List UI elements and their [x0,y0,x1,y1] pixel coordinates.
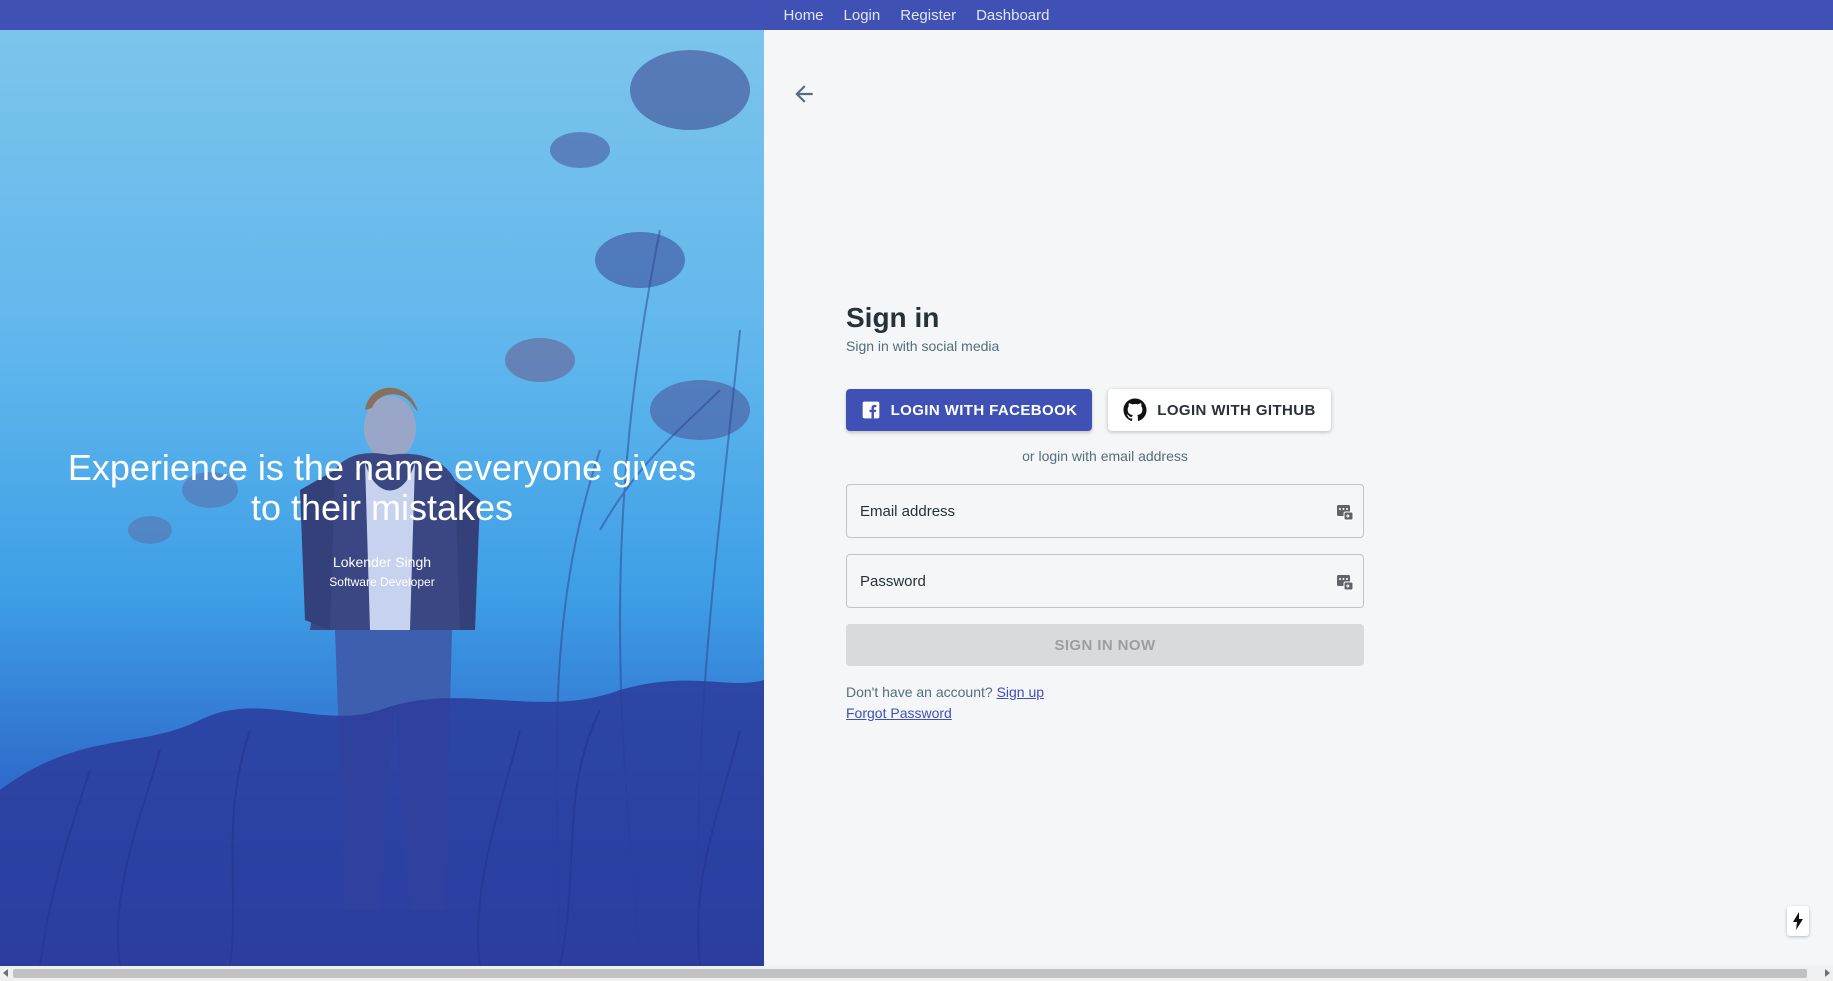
no-account-text: Don't have an account? [846,684,993,700]
or-login-with-email-text: or login with email address [1022,448,1188,464]
nav-login[interactable]: Login [844,7,881,24]
back-button[interactable] [791,81,817,107]
scroll-right-arrow-icon[interactable] [1825,969,1830,977]
horizontal-scrollbar[interactable] [0,966,1833,981]
password-input[interactable] [847,555,1363,607]
hero-quote-line-1: Experience is the name everyone gives [67,447,697,488]
hero-quote: Experience is the name everyone gives to… [0,448,764,528]
hero-quote-line-2: to their mistakes [250,487,514,528]
nav-register[interactable]: Register [900,7,956,24]
nav-dashboard[interactable]: Dashboard [976,7,1049,24]
nav-home[interactable]: Home [784,7,824,24]
forgot-password-link[interactable]: Forgot Password [846,705,952,721]
password-field [846,554,1364,608]
email-field [846,484,1364,538]
lightning-bolt-icon [1793,912,1803,930]
top-navigation: Home Login Register Dashboard [0,0,1833,30]
sign-in-now-button[interactable]: SIGN IN NOW [846,624,1364,666]
hero-image-panel: Experience is the name everyone gives to… [0,30,764,966]
arrow-left-icon [795,85,813,103]
quick-action-button[interactable] [1787,906,1809,936]
github-icon [1123,398,1147,421]
sign-up-link[interactable]: Sign up [997,684,1044,700]
email-input[interactable] [847,485,1363,537]
facebook-icon [862,401,879,419]
scrollbar-thumb[interactable] [13,969,1807,978]
no-account-row: Don't have an account? Sign up [846,684,1044,700]
page-subtitle: Sign in with social media [846,338,1000,354]
facebook-button-label: LOGIN WITH FACEBOOK [890,401,1078,419]
page-title: Sign in [846,302,940,333]
scroll-left-arrow-icon[interactable] [3,969,8,977]
quote-author-role: Software Developer [329,575,435,589]
login-with-github-button[interactable]: LOGIN WITH GITHUB [1108,389,1331,431]
login-with-facebook-button[interactable]: LOGIN WITH FACEBOOK [846,389,1092,431]
github-button-label: LOGIN WITH GITHUB [1157,401,1316,419]
keychain-icon[interactable] [1336,503,1354,521]
quote-author: Lokender Singh [332,554,432,570]
keychain-icon[interactable] [1336,573,1354,591]
